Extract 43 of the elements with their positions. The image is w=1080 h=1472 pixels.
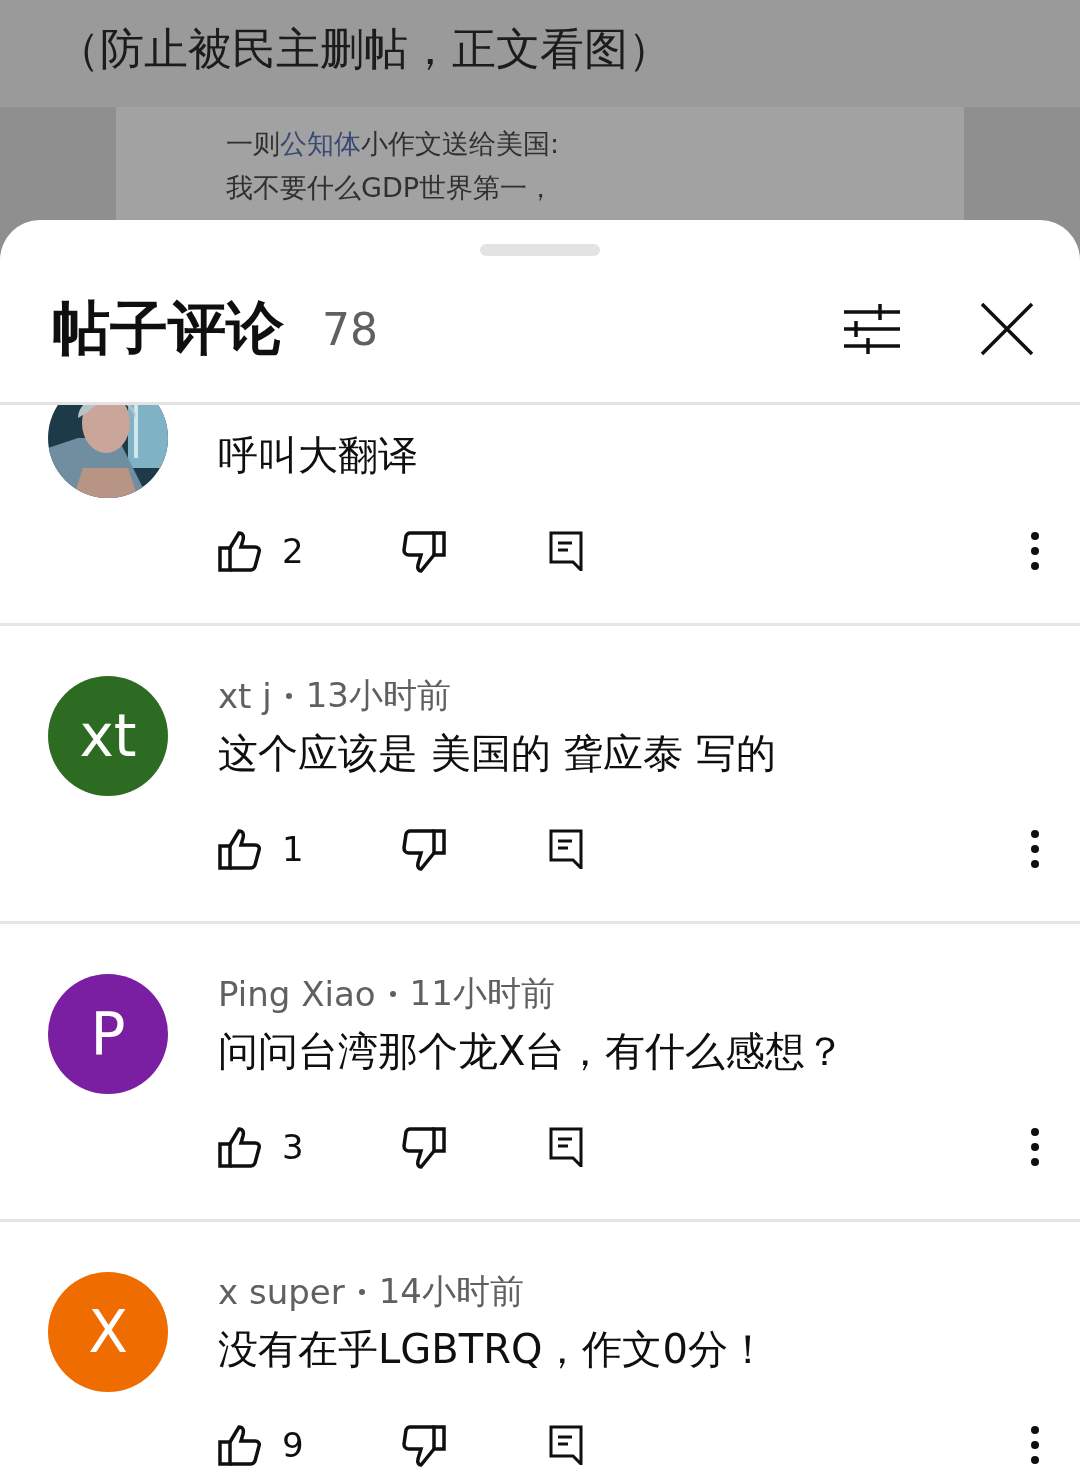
like-count: 2 xyxy=(282,531,305,571)
like-count: 3 xyxy=(282,1127,305,1167)
comment-time: 13小时前 xyxy=(305,674,451,717)
thumbs-up-icon[interactable] xyxy=(218,1424,262,1466)
thumbs-up-icon[interactable] xyxy=(218,1126,262,1168)
more-icon[interactable] xyxy=(1030,1426,1040,1464)
thumbs-down-icon[interactable] xyxy=(402,529,446,573)
reply-icon[interactable] xyxy=(549,829,583,869)
image-text: 我不要什么GDP世界第一， xyxy=(226,171,555,205)
thumbs-down-icon[interactable] xyxy=(402,1125,446,1169)
comment-author[interactable]: Ping Xiao xyxy=(218,974,376,1014)
more-icon[interactable] xyxy=(1030,532,1040,570)
post-caption: （防止被民主删帖，正文看图） xyxy=(0,0,1080,107)
close-icon[interactable] xyxy=(980,302,1034,356)
thumbs-up-icon[interactable] xyxy=(218,530,262,572)
comment-time: 14小时前 xyxy=(378,1270,524,1313)
more-icon[interactable] xyxy=(1030,830,1040,868)
comment-author[interactable]: xt j xyxy=(218,676,272,716)
comment-time: 11小时前 xyxy=(409,972,555,1015)
separator-dot xyxy=(358,1289,365,1295)
more-icon[interactable] xyxy=(1030,1128,1040,1166)
avatar[interactable]: xt xyxy=(48,676,168,796)
comment-author[interactable]: x super xyxy=(218,1272,345,1312)
avatar[interactable]: P xyxy=(48,974,168,1094)
thumbs-down-icon[interactable] xyxy=(402,1423,446,1467)
like-count: 9 xyxy=(282,1425,305,1465)
like-count: 1 xyxy=(282,829,305,869)
separator-dot xyxy=(389,991,396,997)
comment-text: 呼叫大翻译 xyxy=(218,431,419,480)
reply-icon[interactable] xyxy=(549,1127,583,1167)
comment-text: 没有在乎LGBTRQ，作文0分！ xyxy=(218,1325,769,1374)
thumbs-down-icon[interactable] xyxy=(402,827,446,871)
separator-dot xyxy=(285,693,292,699)
filter-icon[interactable] xyxy=(844,304,900,354)
reply-icon[interactable] xyxy=(549,531,583,571)
reply-icon[interactable] xyxy=(549,1425,583,1465)
drag-handle[interactable] xyxy=(480,244,600,256)
comment-count: 78 xyxy=(322,303,379,355)
comment-text: 问问台湾那个龙X台，有什么感想？ xyxy=(218,1027,847,1076)
thumbs-up-icon[interactable] xyxy=(218,828,262,870)
comment-text: 这个应该是 美国的 聋应泰 写的 xyxy=(218,729,778,778)
sheet-title: 帖子评论 xyxy=(52,293,284,364)
image-text: 一则公知体小作文送给美国: xyxy=(226,127,561,161)
